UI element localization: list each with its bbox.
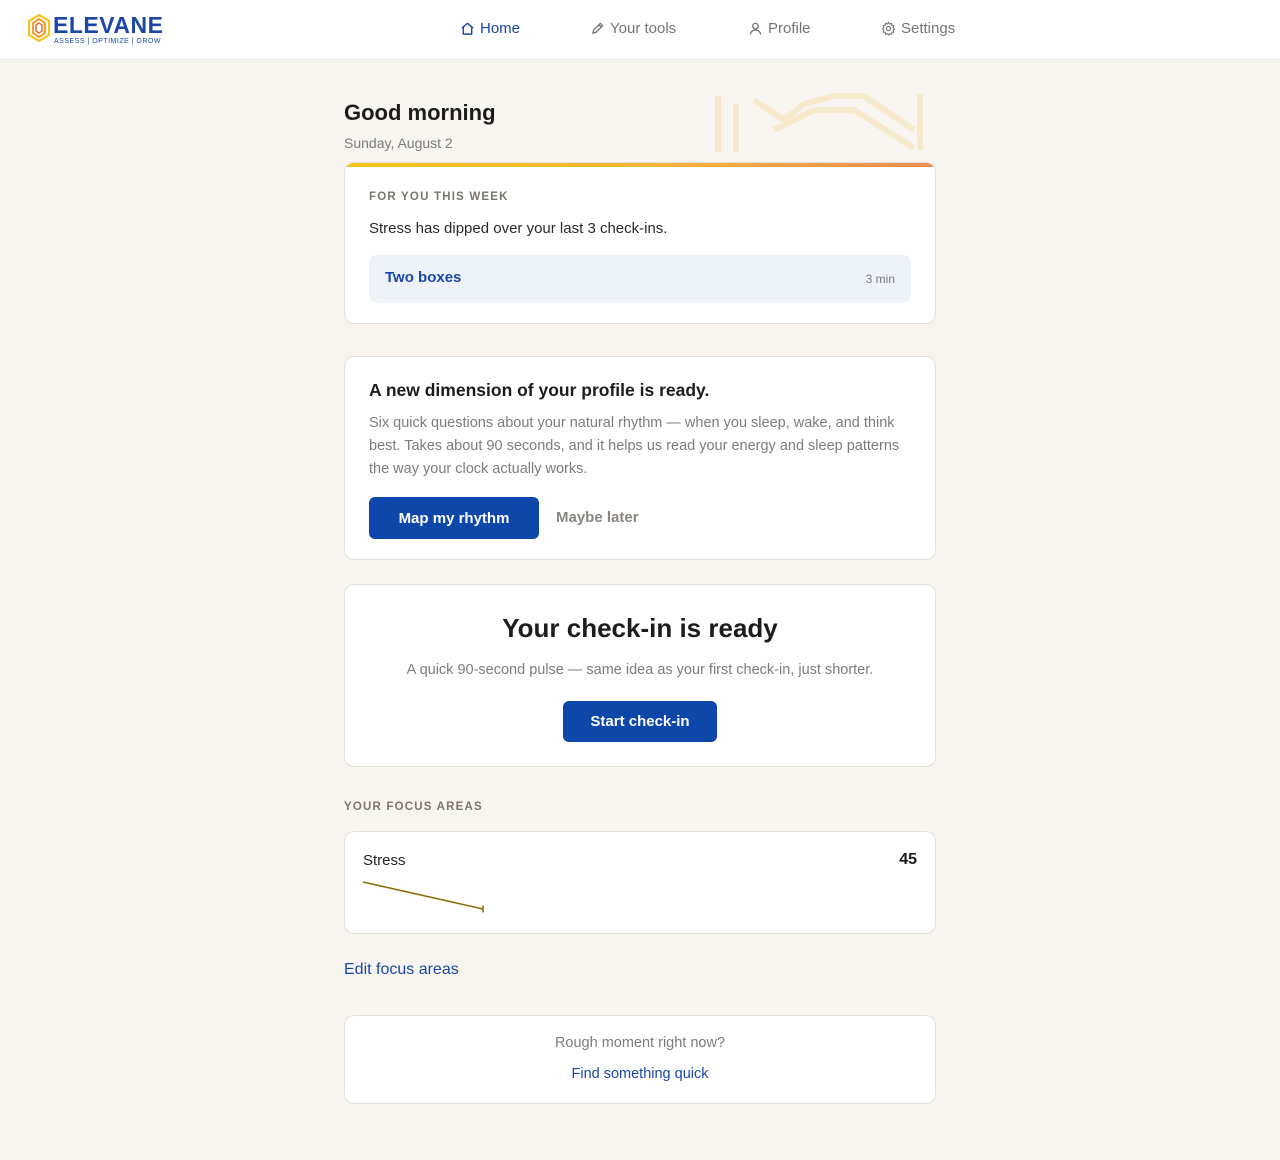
decorative-roof-graphic (715, 93, 923, 152)
focus-area-trend-sparkline (362, 881, 484, 913)
checkin-title: Your check-in is ready (502, 613, 778, 643)
gradient-accent-bar (345, 163, 935, 167)
maybe-later-button[interactable]: Maybe later (556, 509, 639, 526)
nav-your-tools-label: Your tools (610, 20, 677, 37)
start-checkin-button[interactable]: Start check-in (563, 701, 717, 742)
new-dimension-card: A new dimension of your profile is ready… (344, 356, 936, 560)
checkin-subtitle: A quick 90-second pulse — same idea as y… (406, 662, 874, 678)
nav-home-label: Home (480, 20, 521, 37)
weekly-insight-message: Stress has dipped over your last 3 check… (369, 220, 668, 237)
nav-settings-label: Settings (901, 20, 956, 37)
nav-settings[interactable]: Settings (881, 20, 955, 37)
focus-areas-heading: YOUR FOCUS AREAS (344, 801, 483, 813)
focus-area-card-stress[interactable]: Stress 45 (344, 831, 936, 934)
gear-icon (881, 21, 896, 36)
weekly-insight-eyebrow: FOR YOU THIS WEEK (369, 191, 509, 203)
nav-your-tools[interactable]: Your tools (590, 20, 676, 37)
rough-moment-question: Rough moment right now? (554, 1035, 726, 1051)
find-something-quick-link[interactable]: Find something quick (345, 1066, 935, 1082)
user-icon (749, 22, 762, 35)
new-dimension-body: Six quick questions about your natural r… (369, 415, 900, 477)
pencil-icon (592, 22, 604, 34)
nav-home[interactable]: Home (460, 20, 520, 37)
home-icon (461, 22, 474, 35)
checkin-card: Your check-in is ready A quick 90-second… (344, 584, 936, 767)
nav-profile[interactable]: Profile (748, 20, 811, 37)
current-date: Sunday, August 2 (344, 135, 453, 151)
map-my-rhythm-button[interactable]: Map my rhythm (369, 497, 539, 539)
hexagon-logo-icon (27, 13, 51, 43)
greeting-title: Good morning (344, 100, 496, 125)
brand-name: ELEVANE (53, 12, 164, 38)
edit-focus-areas-link[interactable]: Edit focus areas (344, 961, 459, 979)
recommended-tool-name: Two boxes (385, 269, 462, 286)
trend-line (362, 881, 484, 910)
top-navigation: ELEVANE ASSESS | OPTIMIZE | GROW Home Yo… (0, 0, 1280, 60)
rough-moment-card: Rough moment right now? Find something q… (344, 1015, 936, 1104)
brand-tagline: ASSESS | OPTIMIZE | GROW (54, 38, 162, 45)
recommended-tool-duration: 3 min (865, 272, 895, 286)
new-dimension-title: A new dimension of your profile is ready… (369, 380, 710, 400)
weekly-insight-card: FOR YOU THIS WEEK Stress has dipped over… (344, 162, 936, 324)
recommended-tool-row[interactable]: Two boxes 3 min (369, 255, 911, 303)
nav-profile-label: Profile (768, 20, 811, 37)
